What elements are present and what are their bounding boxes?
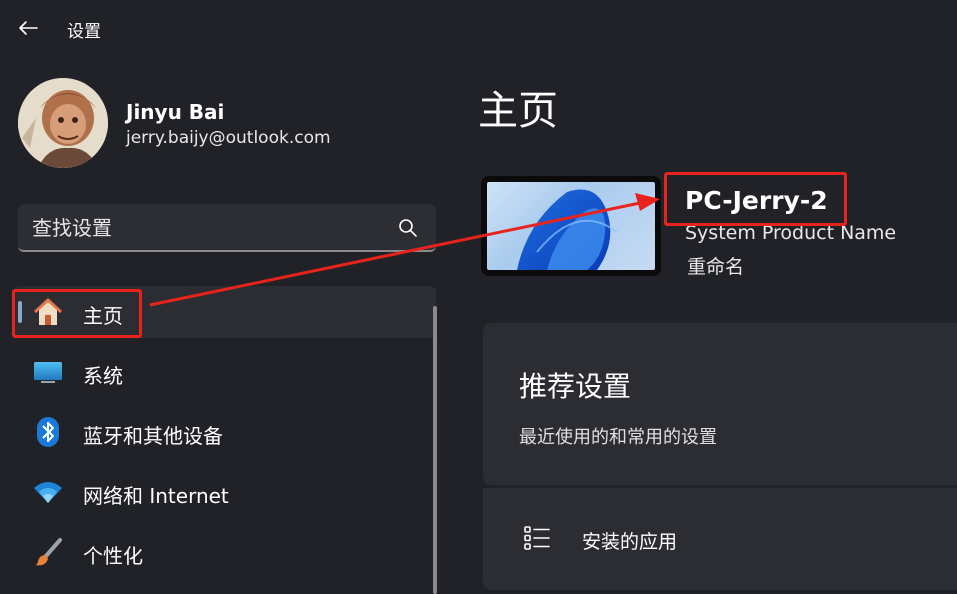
user-profile[interactable]: Jinyu Bai jerry.baijy@outlook.com [18,78,438,170]
avatar-image-icon [18,78,108,168]
bluetooth-icon [32,416,64,448]
recommended-settings-card: 推荐设置 最近使用的和常用的设置 [483,323,957,485]
back-button[interactable] [14,14,42,42]
sidebar-item-label: 系统 [83,364,123,388]
search-box [18,204,436,252]
search-icon[interactable] [398,218,418,238]
section-title: 推荐设置 [519,370,632,403]
sidebar-scrollbar[interactable] [433,306,437,594]
sidebar-item-network[interactable]: 网络和 Internet [14,466,436,518]
highlight-box-device-name [664,172,847,226]
rename-link[interactable]: 重命名 [687,252,744,279]
title-bar: 设置 [0,0,957,56]
app-title: 设置 [67,22,101,42]
recommended-item-label: 安装的应用 [582,531,678,553]
apps-list-icon [524,526,550,550]
recommended-item-installed-apps[interactable]: 安装的应用 [483,488,957,590]
brush-icon [32,536,64,568]
wallpaper-preview [487,182,655,270]
section-subtitle: 最近使用的和常用的设置 [519,427,717,448]
sidebar-item-system[interactable]: 系统 [14,346,436,398]
sidebar-item-label: 蓝牙和其他设备 [83,424,223,448]
sidebar-item-bluetooth[interactable]: 蓝牙和其他设备 [14,406,436,458]
user-email: jerry.baijy@outlook.com [126,128,331,148]
sidebar-item-label: 个性化 [83,544,143,568]
search-input[interactable] [32,214,382,242]
back-arrow-icon [19,21,38,35]
monitor-icon [32,356,64,388]
highlight-box-home [12,289,142,338]
user-name: Jinyu Bai [126,100,225,124]
sidebar-item-personalization[interactable]: 个性化 [14,526,436,578]
device-thumbnail [481,176,661,276]
page-title: 主页 [478,88,558,134]
wifi-icon [32,476,64,508]
sidebar-item-label: 网络和 Internet [83,484,229,508]
avatar[interactable] [18,78,108,168]
